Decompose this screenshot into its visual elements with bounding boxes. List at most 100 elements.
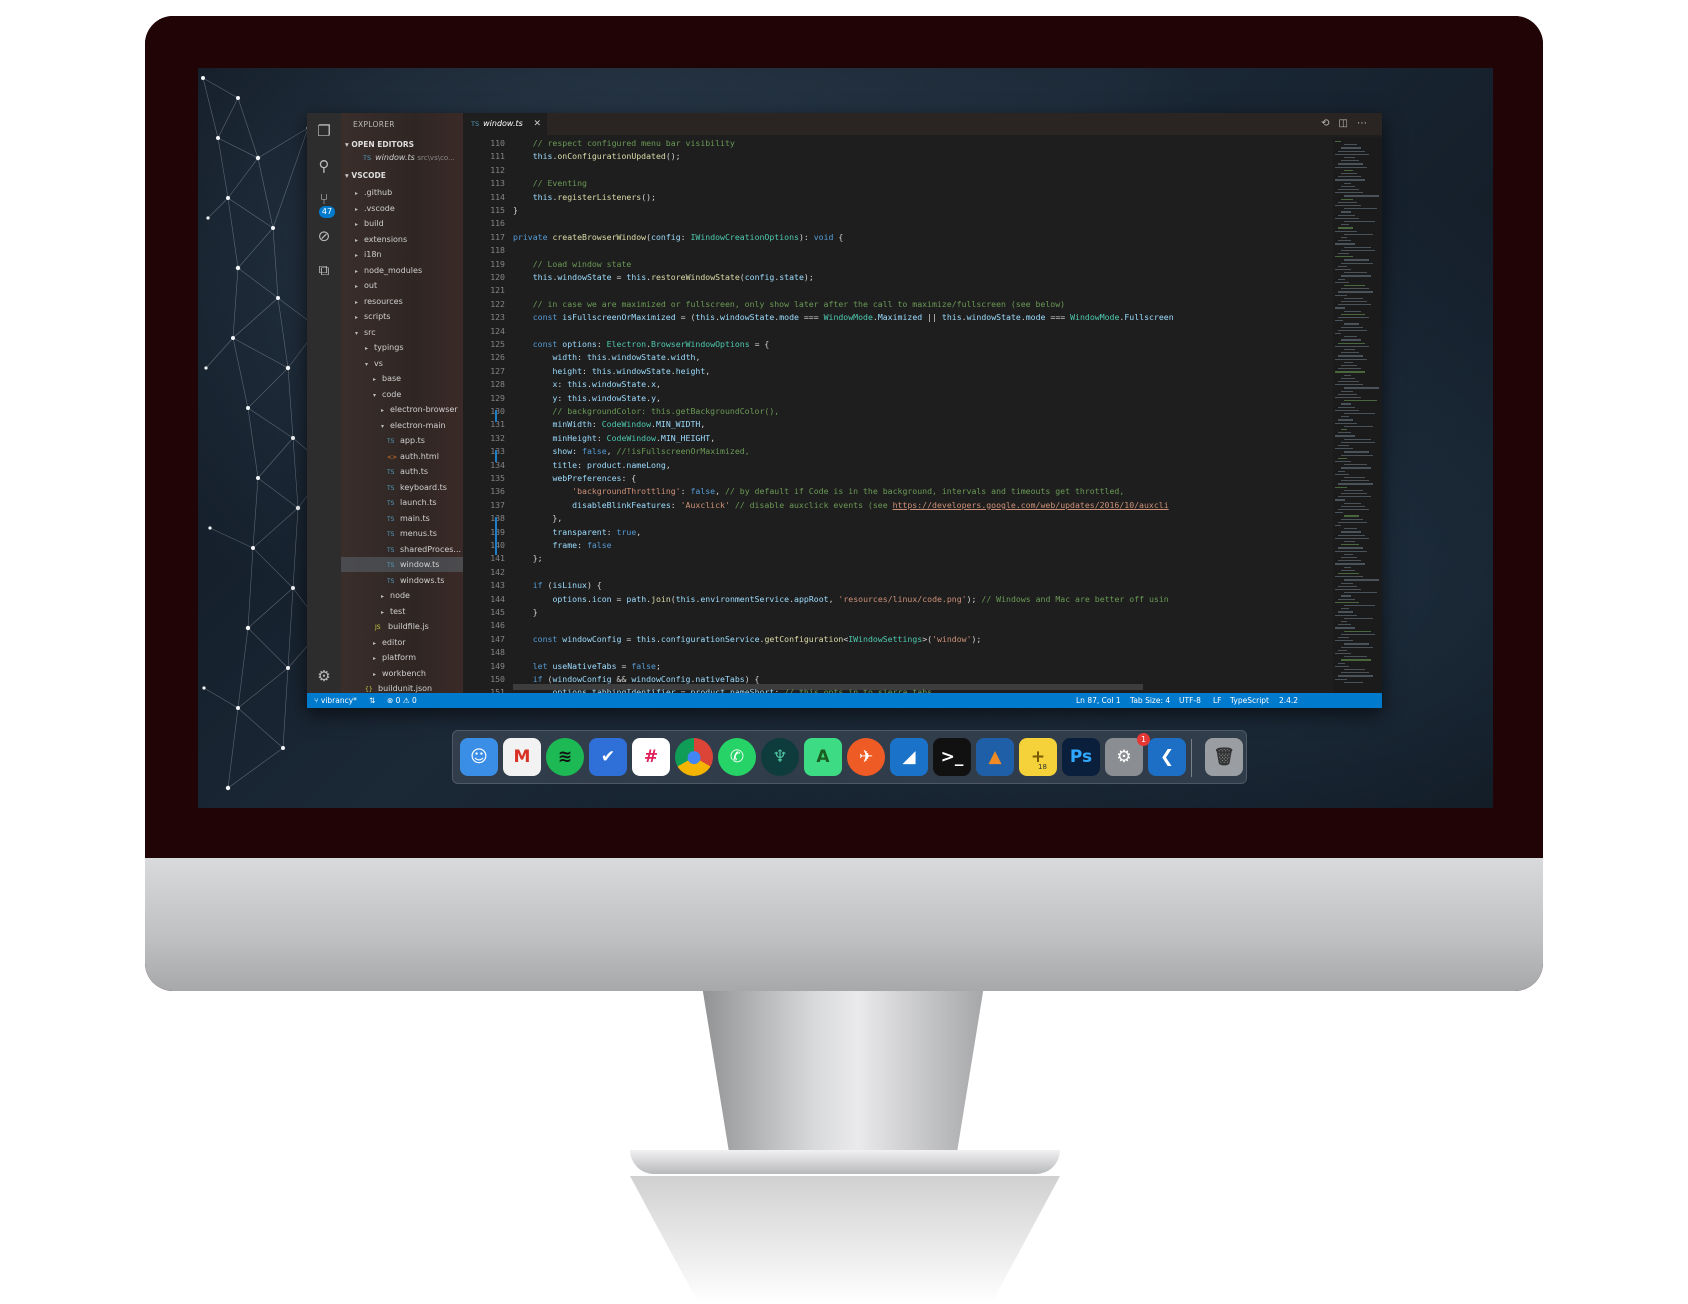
file-tree-item[interactable]: ▸ electron-browser xyxy=(381,402,458,417)
photoshop-icon[interactable]: Ps xyxy=(1062,738,1100,776)
file-tree-item[interactable]: TS launch.ts xyxy=(387,495,437,510)
file-tree-item[interactable]: ▸ scripts xyxy=(355,309,390,324)
file-tree-item[interactable]: ▾ code xyxy=(373,387,401,402)
problems-indicator[interactable]: ⊗ 0 ⚠ 0 xyxy=(387,693,417,708)
minimap-line xyxy=(1335,153,1369,156)
minimap-line xyxy=(1344,579,1379,581)
open-editor-item[interactable]: TS window.ts src\vs\co... xyxy=(345,153,463,167)
more-actions-icon[interactable]: ⋯ xyxy=(1357,118,1376,129)
horizontal-scrollbar[interactable] xyxy=(513,684,1143,690)
code-token: windowState xyxy=(591,379,647,390)
tab-size[interactable]: Tab Size: 4 xyxy=(1130,693,1170,708)
editor-actions: ⟲◫⋯ xyxy=(1321,118,1376,129)
gitkraken-icon[interactable]: ♆ xyxy=(761,738,799,776)
minimap-line xyxy=(1338,278,1345,280)
file-tree-item[interactable]: ▸ i18n xyxy=(355,247,381,262)
minimap-line xyxy=(1341,493,1367,495)
file-tree-item[interactable]: TS sharedProces... xyxy=(387,542,461,557)
chrome-icon[interactable]: ● xyxy=(675,738,713,776)
file-tree-item[interactable]: ▸ editor xyxy=(373,635,406,650)
cursor-position[interactable]: Ln 87, Col 1 xyxy=(1076,693,1121,708)
file-tree-item[interactable]: TS auth.ts xyxy=(387,464,428,479)
minimap-line xyxy=(1344,349,1355,351)
file-tree-item[interactable]: ▾ vs xyxy=(365,356,383,371)
file-tree-item[interactable]: TS windows.ts xyxy=(387,573,444,588)
language-mode[interactable]: TypeScript xyxy=(1230,693,1269,708)
slack-icon[interactable]: # xyxy=(632,738,670,776)
sync-icon[interactable]: ⇅ xyxy=(369,693,375,708)
file-tree-item[interactable]: ▸ workbench xyxy=(373,666,426,681)
gear-icon[interactable]: ⚙ xyxy=(314,666,334,686)
project-root-header[interactable]: VSCODE xyxy=(345,171,385,180)
file-tree-item[interactable]: ▸ extensions xyxy=(355,232,407,247)
file-tree-item[interactable]: ▸ typings xyxy=(365,340,404,355)
tab-window-ts[interactable]: TS window.ts ✕ xyxy=(463,113,547,135)
open-editors-header[interactable]: OPEN EDITORS xyxy=(345,140,414,149)
code-token: , xyxy=(828,593,839,604)
code-token: mode xyxy=(779,312,799,323)
minimap-line xyxy=(1335,435,1355,437)
minimap-line xyxy=(1338,201,1357,204)
file-tree-item[interactable]: TS app.ts xyxy=(387,433,425,448)
file-tree-item[interactable]: ▸ test xyxy=(381,604,405,619)
file-tree-item[interactable]: ▸ base xyxy=(373,371,401,386)
matlab-icon[interactable]: ▲ xyxy=(976,738,1014,776)
wireshark-icon[interactable]: ◢ xyxy=(890,738,928,776)
file-tree-item[interactable]: ▸ node_modules xyxy=(355,263,422,278)
code-token: void xyxy=(813,231,834,242)
files-icon[interactable]: ❐ xyxy=(314,121,334,141)
finder-icon[interactable]: ☺ xyxy=(460,738,498,776)
open-changes-icon[interactable]: ⟲ xyxy=(1321,118,1338,129)
terminal-icon[interactable]: >_ xyxy=(933,738,971,776)
file-tree-item[interactable]: {} buildunit.json xyxy=(365,681,432,693)
trash-icon[interactable]: 🗑 xyxy=(1205,738,1243,776)
file-tree-item[interactable]: JS buildfile.js xyxy=(375,619,429,634)
debug-icon[interactable]: ⊘ xyxy=(314,226,334,246)
code-token: MIN_HEIGHT xyxy=(660,432,711,443)
split-editor-icon[interactable]: ◫ xyxy=(1339,118,1357,129)
branch-indicator[interactable]: ⑂ vibrancy* xyxy=(314,693,357,708)
system-preferences-icon[interactable]: ⚙ xyxy=(1105,738,1143,776)
close-icon[interactable]: ✕ xyxy=(533,113,541,135)
file-tree-item[interactable]: ▸ resources xyxy=(355,294,403,309)
whatsapp-icon[interactable]: ✆ xyxy=(718,738,756,776)
typescript-version[interactable]: 2.4.2 xyxy=(1279,693,1298,708)
minimap-line xyxy=(1335,371,1365,373)
vscode-icon[interactable]: ❮ xyxy=(1148,738,1186,776)
search-icon[interactable]: ⚲ xyxy=(314,156,334,176)
spotify-icon[interactable]: ≋ xyxy=(546,738,584,776)
file-tree-item[interactable]: TS menus.ts xyxy=(387,526,437,541)
file-tree-item[interactable]: ▸ .vscode xyxy=(355,201,395,216)
file-tree-item[interactable]: ▾ electron-main xyxy=(381,418,446,433)
line-number: 144 xyxy=(490,593,505,604)
end-of-line[interactable]: LF xyxy=(1213,693,1222,708)
explorer-sidebar: EXPLORER OPEN EDITORS TSwindow.ts src\vs… xyxy=(341,113,463,693)
file-tree-item[interactable]: TS main.ts xyxy=(387,511,430,526)
code-token: windowState xyxy=(966,312,1021,323)
postman-icon[interactable]: ✈ xyxy=(847,738,885,776)
encoding[interactable]: UTF-8 xyxy=(1179,693,1201,708)
file-tree-item[interactable]: <> auth.html xyxy=(387,449,439,464)
file-tree-item[interactable]: ▸ node xyxy=(381,588,410,603)
minimap[interactable] xyxy=(1333,137,1382,693)
dock-glyph: ● xyxy=(686,747,702,767)
file-tree-item[interactable]: TS keyboard.ts xyxy=(387,480,447,495)
file-tree-item[interactable]: ▸ out xyxy=(355,278,377,293)
file-tree-item[interactable]: ▸ .github xyxy=(355,185,392,200)
code-token: useNativeTabs xyxy=(552,660,617,671)
file-tree-item[interactable]: ▾ src xyxy=(355,325,376,340)
file-tree-item[interactable]: ▸ platform xyxy=(373,650,416,665)
code-editor[interactable]: // respect configured menu bar visibilit… xyxy=(513,137,1286,693)
tasks-icon[interactable]: ✔ xyxy=(589,738,627,776)
file-tree-label: workbench xyxy=(382,668,426,678)
code-token: } xyxy=(513,205,518,215)
dock-glyph: ❮ xyxy=(1159,747,1175,767)
error-count: 0 xyxy=(395,696,401,705)
gmail-icon[interactable]: M xyxy=(503,738,541,776)
file-tree-item[interactable]: ▸ build xyxy=(355,216,384,231)
code-token: ); xyxy=(803,272,814,282)
file-tree-item[interactable]: TS window.ts xyxy=(387,557,439,572)
minimap-line xyxy=(1335,537,1369,540)
extensions-icon[interactable]: ⧉ xyxy=(314,260,334,280)
android-studio-icon[interactable]: A xyxy=(804,738,842,776)
